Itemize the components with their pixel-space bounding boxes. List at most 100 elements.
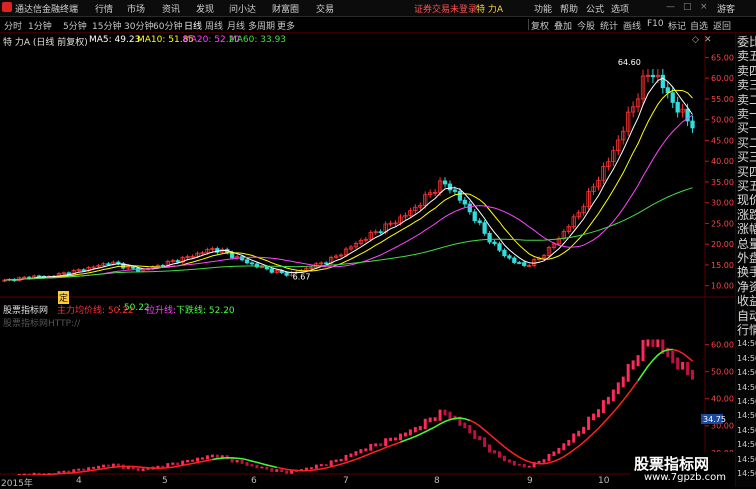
menu-item-formula[interactable]: 公式 bbox=[586, 2, 604, 15]
period-tab-more[interactable]: 更多 bbox=[277, 19, 295, 32]
tool-button[interactable]: F10 bbox=[647, 19, 664, 29]
drop-line bbox=[212, 457, 277, 469]
indicator-bar bbox=[413, 427, 417, 433]
maximize-button[interactable]: □ bbox=[683, 2, 692, 12]
indicator-bar bbox=[493, 450, 497, 454]
price-axis: 65.00 60.00 55.00 50.00 45.00 40.00 35.00 30.00… bbox=[711, 53, 734, 290]
quote-panel-item[interactable]: 卖三 bbox=[737, 78, 756, 92]
quote-panel-item[interactable]: 14:50 bbox=[737, 424, 756, 438]
menu-item-wealth[interactable]: 财富圈 bbox=[272, 2, 299, 15]
quote-panel-item[interactable]: 净资 bbox=[737, 280, 756, 294]
quote-panel-item[interactable]: 14:50 bbox=[737, 467, 756, 481]
watermark-title: 股票指标网 bbox=[634, 455, 710, 473]
guest-label[interactable]: 游客 bbox=[717, 2, 735, 15]
quote-panel-item[interactable]: 买三 bbox=[737, 150, 756, 164]
quote-panel-item[interactable]: 现价 bbox=[737, 193, 756, 207]
menu-item-ask[interactable]: 问小达 bbox=[229, 2, 256, 15]
indicator-tick-label: 60.00 bbox=[711, 341, 734, 350]
date-label: 10 bbox=[598, 476, 610, 486]
price-tick-label: 45.00 bbox=[711, 136, 734, 145]
menu-item-market[interactable]: 市场 bbox=[127, 2, 145, 15]
period-tab[interactable]: 1分钟 bbox=[28, 19, 52, 32]
indicator-bar bbox=[631, 360, 635, 370]
tool-button[interactable]: 画线 bbox=[623, 19, 641, 32]
indicator-bar bbox=[398, 433, 402, 441]
menu-item-discover[interactable]: 发现 bbox=[196, 2, 214, 15]
date-label: 2015年 bbox=[1, 479, 33, 489]
tool-button[interactable]: 自选 bbox=[690, 19, 708, 32]
quote-panel-item[interactable]: 卖四 bbox=[737, 64, 756, 78]
indicator-bar bbox=[606, 396, 610, 405]
login-notice[interactable]: 证券交易未登录 bbox=[414, 2, 477, 15]
app-title: 通达信金融终端 bbox=[15, 5, 79, 15]
period-tab[interactable]: 5分钟 bbox=[63, 19, 87, 32]
quote-panel-item[interactable]: 委比 bbox=[737, 35, 756, 49]
indicator-bar bbox=[319, 464, 323, 467]
indicator-bar bbox=[384, 438, 388, 447]
quote-panel-item[interactable]: 14:50 bbox=[737, 337, 756, 351]
quote-panel-item[interactable]: 卖二 bbox=[737, 93, 756, 107]
period-tab-active[interactable]: 日线 bbox=[184, 19, 202, 32]
indicator-bar bbox=[186, 459, 190, 463]
indicator-name[interactable]: 股票指标网 bbox=[3, 303, 48, 316]
tool-button[interactable]: 今股 bbox=[577, 19, 595, 32]
price-tick-label: 60.00 bbox=[711, 74, 734, 83]
period-tab[interactable]: 15分钟 bbox=[92, 19, 121, 32]
quote-panel-item[interactable]: 收益 bbox=[737, 294, 756, 308]
indicator-bar bbox=[210, 454, 214, 458]
main-kline-chart[interactable]: 64.60 6.67 65.00 60.00 55.00 50.00 45.00 40.0… bbox=[0, 33, 735, 298]
period-tab[interactable]: 分时 bbox=[4, 19, 22, 32]
quote-panel-item[interactable]: 总量 bbox=[737, 237, 756, 251]
candle-down bbox=[264, 266, 269, 270]
period-tab[interactable]: 30分钟 bbox=[124, 19, 153, 32]
close-overlay-icon[interactable]: ✕ bbox=[704, 35, 712, 45]
quote-panel-item[interactable]: 涨幅 bbox=[737, 222, 756, 236]
diamond-icon[interactable]: ◇ bbox=[692, 35, 699, 45]
candle-down bbox=[81, 269, 86, 272]
quote-panel-item[interactable]: 行情 bbox=[737, 323, 756, 337]
tool-button[interactable]: 叠加 bbox=[554, 19, 572, 32]
quote-panel-item[interactable]: 买一 bbox=[737, 121, 756, 135]
watermark-url: www.7gpzb.com bbox=[644, 472, 726, 483]
close-button[interactable]: × bbox=[700, 2, 708, 12]
menu-item-news[interactable]: 资讯 bbox=[162, 2, 180, 15]
tool-button[interactable]: 统计 bbox=[600, 19, 618, 32]
quote-panel-item[interactable]: 卖一 bbox=[737, 107, 756, 121]
quote-panel-item[interactable]: 14:50 bbox=[737, 381, 756, 395]
quote-panel-item[interactable]: 换手 bbox=[737, 265, 756, 279]
period-tab[interactable]: 周线 bbox=[205, 19, 223, 32]
menu-item-function[interactable]: 功能 bbox=[534, 2, 552, 15]
tool-button[interactable]: 返回 bbox=[713, 19, 731, 32]
quote-panel-item[interactable]: 卖五 bbox=[737, 49, 756, 63]
minimize-button[interactable]: — bbox=[666, 2, 675, 12]
quote-panel-item[interactable]: 14:50 bbox=[737, 409, 756, 423]
indicator-bar bbox=[512, 460, 516, 466]
quote-panel-item[interactable]: 买四 bbox=[737, 165, 756, 179]
indicator-bar bbox=[646, 339, 650, 347]
quote-panel-item[interactable]: 14:50 bbox=[737, 352, 756, 366]
period-tab[interactable]: 60分钟 bbox=[153, 19, 182, 32]
quote-panel-item[interactable]: 自动 bbox=[737, 309, 756, 323]
quote-panel-item[interactable]: 14:50 bbox=[737, 438, 756, 452]
indicator-chart[interactable]: 60.0050.0040.0030.0020.00 34.75 bbox=[0, 299, 735, 475]
quote-panel-item[interactable]: 涨跌 bbox=[737, 208, 756, 222]
quote-panel-item[interactable]: 买五 bbox=[737, 179, 756, 193]
period-tab[interactable]: 月线 bbox=[227, 19, 245, 32]
indicator-bar bbox=[379, 443, 383, 447]
tool-button[interactable]: 复权 bbox=[531, 19, 549, 32]
menu-item-quotes[interactable]: 行情 bbox=[95, 2, 113, 15]
quote-panel-item[interactable]: 买二 bbox=[737, 136, 756, 150]
period-tab[interactable]: 多周期 bbox=[248, 19, 275, 32]
quote-panel-item[interactable]: 外盘 bbox=[737, 251, 756, 265]
menu-item-help[interactable]: 帮助 bbox=[560, 2, 578, 15]
menu-item-options[interactable]: 选项 bbox=[611, 2, 629, 15]
quote-panel-item[interactable]: 14:50 bbox=[737, 453, 756, 467]
indicator-bar bbox=[522, 463, 526, 468]
indicator-bar bbox=[389, 437, 393, 441]
quote-panel-item[interactable]: 14:50 bbox=[737, 366, 756, 380]
quote-panel-item[interactable]: 14:50 bbox=[737, 395, 756, 409]
indicator-bar bbox=[572, 433, 576, 443]
menu-item-trade[interactable]: 交易 bbox=[316, 2, 334, 15]
tool-button[interactable]: 标记 bbox=[668, 19, 686, 32]
quote-panel[interactable]: 委比 卖五 卖四 卖三 卖二 卖一 买一 买二 买三 买四 买五 现价 涨跌 涨幅 总量 外盘 换手 净资 收益 自动… bbox=[735, 33, 756, 487]
